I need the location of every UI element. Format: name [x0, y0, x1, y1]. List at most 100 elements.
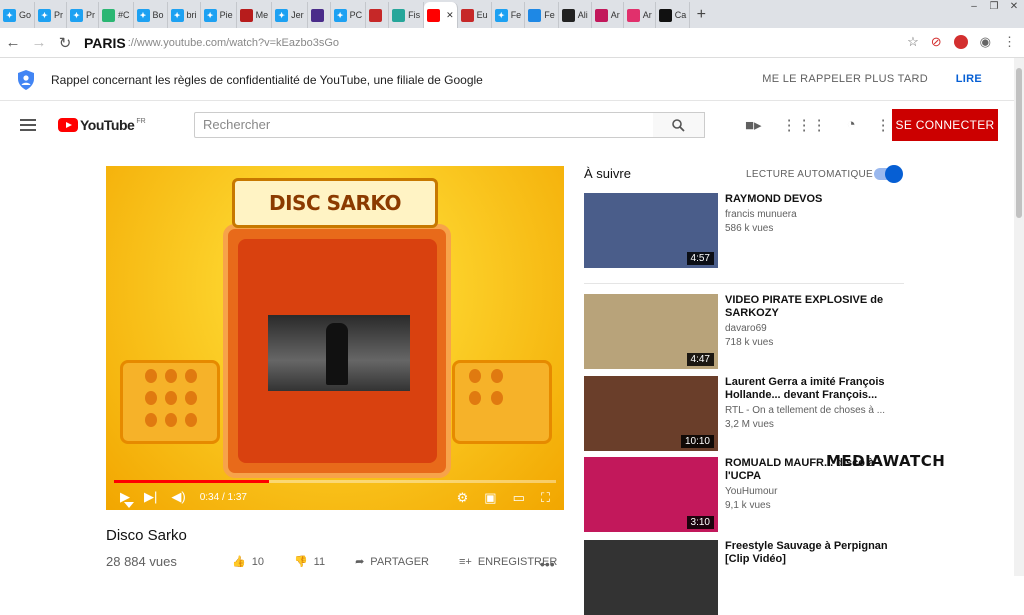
search-button[interactable] — [653, 112, 705, 138]
channel-name: YouHumour — [725, 486, 778, 497]
browser-tab[interactable]: Ali — [559, 2, 592, 28]
progress-fill — [114, 480, 269, 483]
dislike-icon[interactable]: 👎 — [294, 555, 308, 568]
video-thumbnail[interactable]: 4:57 — [584, 193, 718, 268]
twitter-icon: ✦ — [136, 8, 150, 22]
tab-label: Bo — [152, 10, 164, 20]
video-thumbnail[interactable] — [584, 540, 718, 615]
duration-badge: 4:47 — [686, 353, 714, 366]
video-title: Disco Sarko — [106, 527, 187, 544]
p-icon — [239, 8, 253, 22]
browser-tab[interactable]: ✦ Pr — [67, 2, 100, 28]
video-player[interactable]: DISC SARKO ▶ ▶| ◀) 0:34 / 1:37 ⚙ ▣ ▭ ⛶ — [106, 166, 564, 510]
twitter-icon: ✦ — [3, 8, 16, 22]
reload-icon[interactable]: ↻ — [52, 34, 78, 52]
close-tab-icon[interactable]: ✕ — [446, 10, 454, 21]
left-panel — [120, 360, 220, 444]
recommended-video[interactable]: 4:47 VIDEO PIRATE EXPLOSIVE de SARKOZY dav… — [584, 294, 895, 369]
settings-gear-icon[interactable]: ⚙ — [457, 490, 469, 506]
sign-in-button[interactable]: SE CONNECTER — [892, 109, 998, 141]
volume-icon[interactable]: ◀) — [171, 489, 185, 505]
autoplay-toggle[interactable] — [874, 165, 903, 183]
forward-icon[interactable]: → — [26, 34, 52, 51]
tab-label: #C — [118, 10, 130, 20]
browser-tab[interactable]: Ar — [624, 2, 656, 28]
video-title-link[interactable]: VIDEO PIRATE EXPLOSIVE de SARKOZY — [725, 294, 895, 320]
browser-tab[interactable]: ✦ Fe — [492, 2, 526, 28]
video-title-link[interactable]: RAYMOND DEVOS — [725, 193, 895, 206]
tab-label: Fe — [510, 10, 522, 20]
close-window-icon[interactable]: ✕ — [1004, 0, 1024, 14]
window-controls: – ❐ ✕ — [964, 0, 1024, 14]
twitter-icon: ✦ — [170, 8, 184, 22]
miniplayer-icon[interactable]: ▣ — [484, 490, 496, 506]
progress-bar[interactable] — [114, 480, 556, 483]
minimize-icon[interactable]: – — [964, 0, 984, 14]
youtube-icon — [427, 8, 441, 22]
browser-tab[interactable]: ✦ Go — [0, 2, 36, 28]
new-tab-icon[interactable]: + — [690, 2, 712, 28]
recommended-video[interactable]: 4:57 RAYMOND DEVOS francis munuera 586 k vu… — [584, 193, 895, 268]
apps-grid-icon[interactable]: ⋮⋮⋮ — [782, 116, 827, 134]
video-thumbnail[interactable]: 3:10 — [584, 457, 718, 532]
tab-label: Pr — [86, 10, 96, 20]
browser-tab[interactable] — [308, 2, 331, 28]
browser-tab[interactable]: ✦ PC — [331, 2, 367, 28]
browser-tab[interactable]: Fe — [525, 2, 559, 28]
share-button[interactable]: PARTAGER — [370, 556, 429, 568]
dancer-figure — [326, 323, 348, 385]
browser-tab[interactable]: #C — [99, 2, 134, 28]
browser-tab[interactable]: ✦ Bo — [134, 2, 168, 28]
view-count: 718 k vues — [725, 337, 774, 348]
tab-label: Ar — [610, 10, 620, 20]
bookmark-star-icon[interactable]: ☆ — [907, 34, 919, 50]
search-input[interactable]: Rechercher — [194, 112, 654, 138]
settings-kebab-icon[interactable]: ⋮ — [876, 116, 891, 134]
autoplay-label: LECTURE AUTOMATIQUE — [746, 169, 874, 180]
browser-tab[interactable]: Ca — [656, 2, 691, 28]
player-controls: ▶ ▶| ◀) 0:34 / 1:37 ⚙ ▣ ▭ ⛶ — [106, 484, 564, 510]
browser-tab[interactable]: ✕ — [424, 2, 458, 28]
menu-kebab-icon[interactable]: ⋮ — [1003, 34, 1016, 50]
create-video-icon[interactable]: ■▸ — [745, 116, 762, 134]
browser-tab[interactable]: Fis — [389, 2, 425, 28]
url-field[interactable]: ://www.youtube.com/watch?v=kEazbo3sGo — [128, 37, 339, 49]
like-icon[interactable]: 👍 — [232, 555, 246, 568]
read-button[interactable]: LIRE — [956, 73, 982, 85]
scrollbar-thumb[interactable] — [1016, 68, 1022, 218]
search-icon — [672, 119, 685, 132]
browser-tab[interactable]: ✦ Pie — [201, 2, 237, 28]
profile-icon[interactable]: ◉ — [980, 34, 991, 50]
back-icon[interactable]: ← — [0, 34, 26, 51]
browser-tab[interactable]: Me — [237, 2, 273, 28]
messages-icon[interactable]: ◔ — [847, 116, 856, 134]
tab-label: Fe — [544, 10, 555, 20]
extension-icon[interactable]: ⊘ — [931, 34, 942, 50]
view-count: 28 884 vues — [106, 554, 177, 569]
duration-badge: 10:10 — [680, 435, 714, 448]
recommended-video[interactable]: Freestyle Sauvage à Perpignan [Clip Vidé… — [584, 540, 895, 615]
browser-tab[interactable]: Ar — [592, 2, 624, 28]
hamburger-menu-icon[interactable] — [20, 116, 36, 134]
video-title-link[interactable]: Laurent Gerra a imité François Hollande.… — [725, 376, 895, 402]
share-icon[interactable]: ➦ — [355, 555, 364, 568]
browser-tab[interactable]: ✦ Jer — [272, 2, 308, 28]
save-playlist-icon[interactable]: ≡+ — [459, 556, 472, 568]
browser-tab[interactable] — [366, 2, 390, 28]
youtube-logo[interactable]: YouTube FR — [58, 117, 146, 133]
more-actions-icon[interactable]: ••• — [540, 556, 555, 572]
theater-mode-icon[interactable]: ▭ — [513, 490, 525, 506]
browser-tab[interactable]: ✦ bri — [168, 2, 201, 28]
browser-tab[interactable]: Eu — [458, 2, 492, 28]
fullscreen-icon[interactable]: ⛶ — [541, 490, 550, 506]
video-thumbnail[interactable]: 10:10 — [584, 376, 718, 451]
extension-red-icon[interactable] — [953, 35, 968, 49]
video-thumbnail[interactable]: 4:47 — [584, 294, 718, 369]
recommended-video[interactable]: 10:10 Laurent Gerra a imité François Holl… — [584, 376, 895, 451]
browser-tab[interactable]: ✦ Pr — [35, 2, 68, 28]
video-title-link[interactable]: Freestyle Sauvage à Perpignan [Clip Vidé… — [725, 540, 895, 566]
remind-later-button[interactable]: ME LE RAPPELER PLUS TARD — [762, 73, 928, 85]
restore-icon[interactable]: ❐ — [984, 0, 1004, 14]
next-icon[interactable]: ▶| — [144, 489, 157, 505]
scrollbar[interactable] — [1014, 58, 1024, 576]
